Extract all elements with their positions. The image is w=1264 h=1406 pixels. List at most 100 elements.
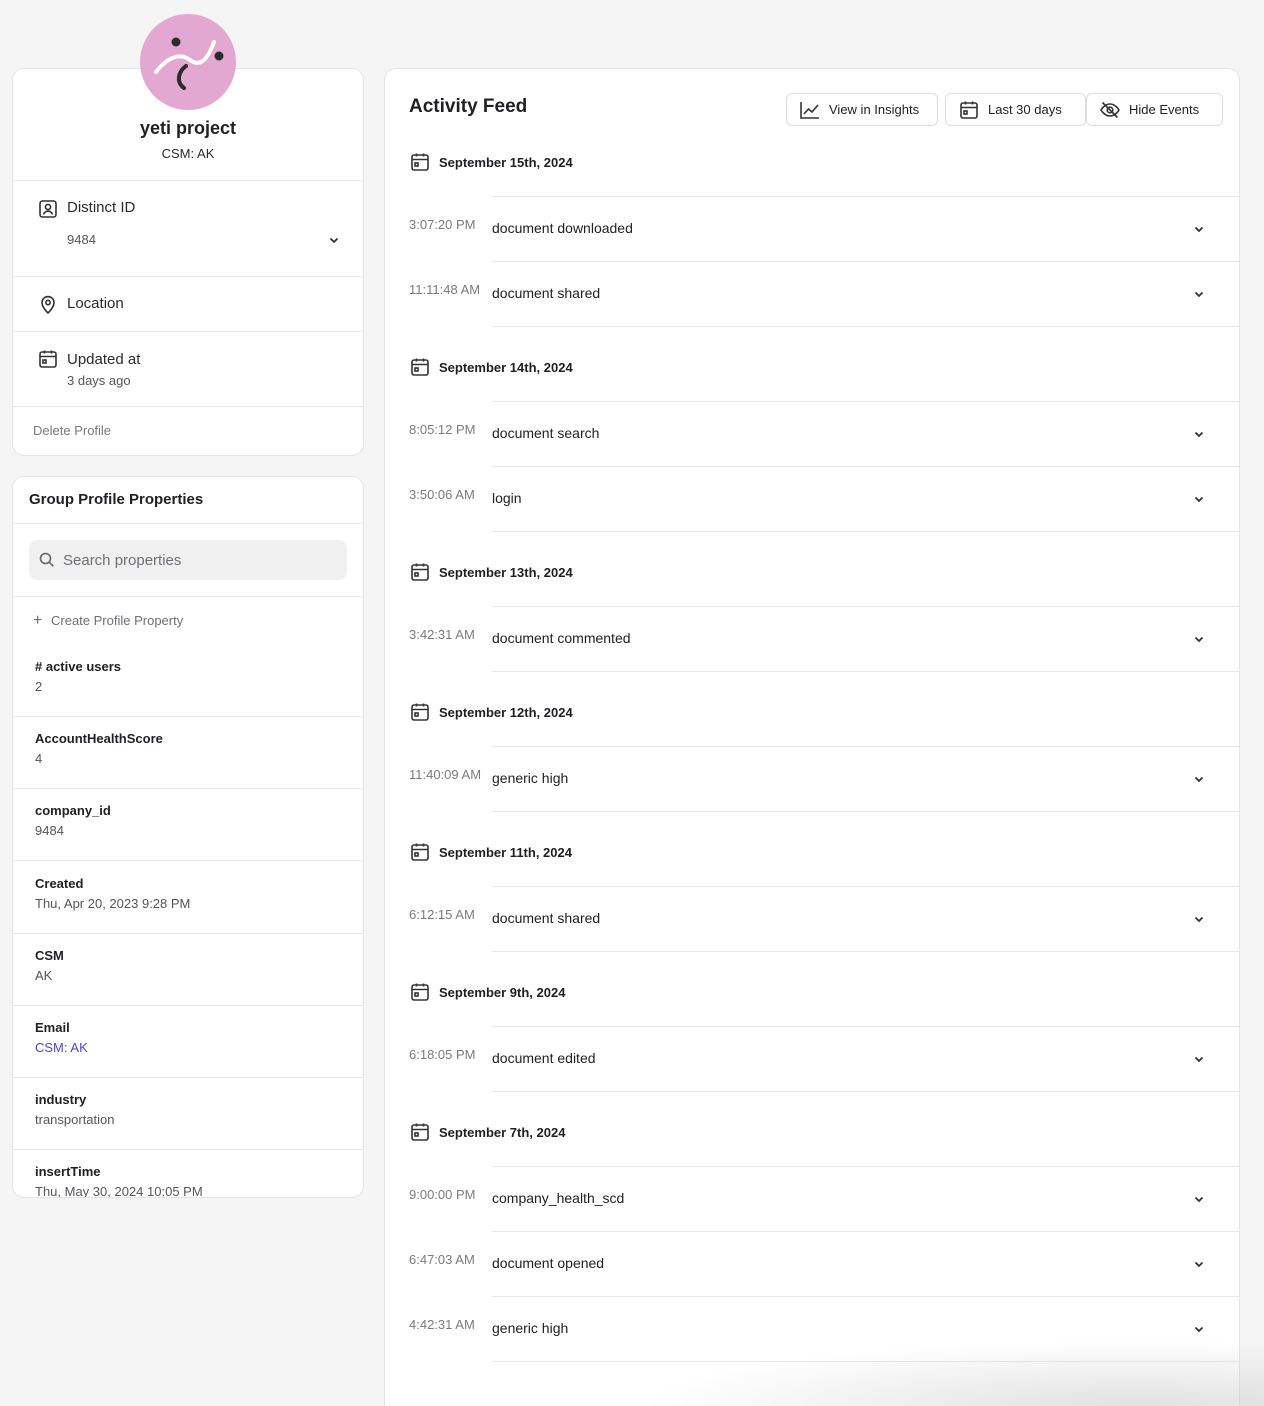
distinct-id-row[interactable]: Distinct ID 9484 <box>13 180 363 276</box>
property-value: 9484 <box>35 823 64 839</box>
chevron-down-icon[interactable] <box>1192 492 1206 506</box>
day-date: September 13th, 2024 <box>439 564 573 580</box>
calendar-icon <box>409 1121 431 1143</box>
event-time: 3:50:06 AM <box>409 487 475 502</box>
event-time: 6:18:05 PM <box>409 1047 476 1062</box>
divider <box>492 1361 1239 1362</box>
divider <box>492 671 1239 672</box>
calendar-icon <box>409 356 431 378</box>
chevron-down-icon[interactable] <box>1192 287 1206 301</box>
event-time: 3:42:31 AM <box>409 627 475 642</box>
event-name: generic high <box>492 1320 569 1336</box>
property-row[interactable]: Created Thu, Apr 20, 2023 9:28 PM <box>13 862 363 934</box>
event-time: 3:07:20 PM <box>409 217 476 232</box>
property-value: transportation <box>35 1112 115 1128</box>
line-chart-icon <box>799 100 821 120</box>
date-range-button[interactable]: Last 30 days <box>945 93 1086 126</box>
property-name: insertTime <box>35 1164 101 1180</box>
location-label: Location <box>67 295 124 312</box>
property-name: industry <box>35 1092 87 1108</box>
calendar-icon <box>409 701 431 723</box>
group-profile-properties-card: Group Profile Properties + Create Profile… <box>12 476 364 1198</box>
chevron-down-icon[interactable] <box>1192 222 1206 236</box>
avatar <box>140 14 236 110</box>
eye-off-icon <box>1099 100 1121 120</box>
view-in-insights-label: View in Insights <box>829 102 920 117</box>
calendar-icon <box>409 151 431 173</box>
chevron-down-icon[interactable] <box>1192 427 1206 441</box>
event-name: document shared <box>492 910 601 926</box>
property-row[interactable]: industry transportation <box>13 1078 363 1151</box>
event-name: document opened <box>492 1255 605 1271</box>
event-name: document edited <box>492 1050 596 1066</box>
property-value: 2 <box>35 679 43 694</box>
chevron-down-icon[interactable] <box>1192 1052 1206 1066</box>
divider <box>492 951 1239 952</box>
hide-events-label: Hide Events <box>1129 102 1200 117</box>
property-name: CSM <box>35 947 64 963</box>
person-badge-icon <box>37 198 59 220</box>
day-date: September 12th, 2024 <box>439 704 573 720</box>
chevron-down-icon[interactable] <box>1192 1257 1206 1271</box>
divider <box>13 523 363 524</box>
day-date: September 15th, 2024 <box>439 154 573 170</box>
event-time: 6:47:03 AM <box>409 1252 475 1267</box>
hide-events-button[interactable]: Hide Events <box>1086 93 1223 126</box>
date-range-label: Last 30 days <box>988 102 1062 117</box>
event-name: document downloaded <box>492 220 633 236</box>
property-row[interactable]: company_id 9484 <box>13 789 363 862</box>
chevron-down-icon[interactable] <box>1192 1192 1206 1206</box>
divider <box>492 326 1239 327</box>
calendar-icon <box>958 100 980 120</box>
property-name: Email <box>35 1020 70 1035</box>
day-header: September 14th, 2024 <box>409 356 573 378</box>
property-value-link[interactable]: CSM: AK <box>35 1040 88 1055</box>
event-time: 6:12:15 AM <box>409 907 475 922</box>
updated-label: Updated at <box>67 351 141 368</box>
map-pin-icon <box>37 293 59 315</box>
calendar-icon <box>409 981 431 1003</box>
create-profile-property-button[interactable]: + Create Profile Property <box>33 612 183 630</box>
divider <box>13 596 363 597</box>
property-row[interactable]: AccountHealthScore 4 <box>13 717 363 790</box>
day-header: September 9th, 2024 <box>409 981 565 1003</box>
event-name: login <box>492 490 522 506</box>
divider <box>492 811 1239 812</box>
event-name: document shared <box>492 285 601 301</box>
distinct-id-label: Distinct ID <box>67 199 136 216</box>
event-time: 11:11:48 AM <box>409 282 481 297</box>
day-header: September 15th, 2024 <box>409 151 573 173</box>
property-row[interactable]: # active users 2 <box>13 645 363 717</box>
property-row[interactable]: insertTime Thu, May 30, 2024 10:05 PM <box>13 1150 363 1197</box>
create-profile-property-label: Create Profile Property <box>51 613 184 628</box>
property-name: # active users <box>35 659 122 674</box>
chevron-down-icon[interactable] <box>1192 632 1206 646</box>
event-time: 8:05:12 PM <box>409 422 476 437</box>
chevron-down-icon[interactable] <box>327 233 341 247</box>
event-name: document commented <box>492 630 631 646</box>
search-input[interactable] <box>63 540 343 580</box>
chevron-down-icon[interactable] <box>1192 912 1206 926</box>
properties-title: Group Profile Properties <box>29 491 204 508</box>
view-in-insights-button[interactable]: View in Insights <box>786 93 938 126</box>
day-date: September 9th, 2024 <box>439 984 566 1000</box>
chevron-down-icon[interactable] <box>1192 772 1206 786</box>
property-value: AK <box>35 967 53 983</box>
property-name: Created <box>35 875 84 891</box>
search-icon <box>38 551 56 569</box>
property-name: AccountHealthScore <box>35 731 163 747</box>
property-row[interactable]: CSM AK <box>13 934 363 1006</box>
chevron-down-icon[interactable] <box>1192 1322 1206 1336</box>
activity-feed-title: Activity Feed <box>409 96 528 117</box>
calendar-icon <box>409 841 431 863</box>
plus-icon: + <box>33 612 43 629</box>
search-properties-box[interactable] <box>29 540 347 580</box>
calendar-icon <box>409 561 431 583</box>
divider <box>492 1091 1239 1092</box>
delete-profile-button[interactable]: Delete Profile <box>33 423 111 438</box>
property-row[interactable]: Email CSM: AK <box>13 1006 363 1078</box>
delete-row: Delete Profile <box>13 406 363 455</box>
activity-feed-card: Activity Feed View in Insights Last 30 d… <box>384 68 1240 1406</box>
property-value: Thu, Apr 20, 2023 9:28 PM <box>35 895 191 911</box>
day-date: September 14th, 2024 <box>439 359 573 375</box>
